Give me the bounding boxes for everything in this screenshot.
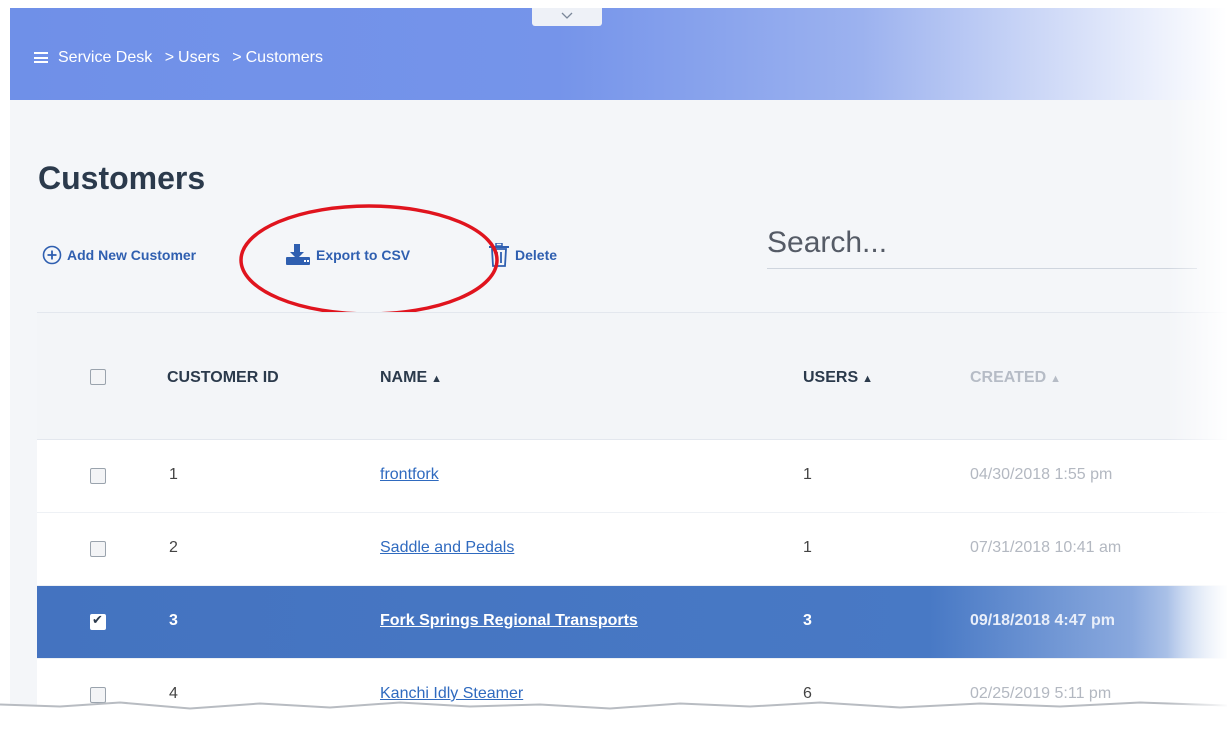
sort-icon: ▲︎: [431, 373, 442, 385]
created-date: 07/31/2018 10:41 am: [970, 539, 1122, 556]
customer-id: 1: [169, 466, 178, 483]
users-count: 1: [803, 539, 812, 556]
sort-icon: ▲︎: [1050, 373, 1062, 385]
hamburger-icon[interactable]: [34, 52, 48, 63]
customer-name-link[interactable]: Saddle and Pedals: [380, 539, 514, 556]
row-checkbox[interactable]: [90, 541, 106, 557]
breadcrumb: Service Desk > Users > Customers: [58, 46, 323, 70]
table-row-selected[interactable]: 3 Fork Springs Regional Transports 3 09/…: [37, 586, 1227, 659]
column-name-label: NAME: [380, 369, 428, 386]
users-count: 1: [803, 466, 812, 483]
breadcrumb-customers[interactable]: Customers: [246, 49, 323, 66]
page-title: Customers: [38, 160, 206, 196]
created-date: 09/18/2018 4:47 pm: [970, 612, 1115, 629]
select-all-checkbox[interactable]: [90, 369, 106, 385]
row-checkbox[interactable]: [90, 468, 106, 484]
breadcrumb-separator: >: [232, 49, 242, 66]
top-bar: Service Desk > Users > Customers: [10, 8, 1227, 100]
customer-name-link[interactable]: frontfork: [380, 466, 439, 483]
customer-name-link[interactable]: Fork Springs Regional Transports: [380, 612, 638, 629]
collapse-handle[interactable]: [532, 8, 602, 26]
plus-circle-icon: [42, 245, 62, 265]
breadcrumb-separator: >: [164, 49, 175, 66]
breadcrumb-users[interactable]: Users: [178, 49, 220, 66]
row-checkbox-checked[interactable]: [90, 612, 106, 630]
search-input[interactable]: [767, 220, 1167, 260]
delete-label: Delete: [515, 247, 558, 263]
breadcrumb-service-desk[interactable]: Service Desk: [58, 49, 152, 66]
users-count: 3: [803, 612, 812, 629]
export-to-csv-label: Export to CSV: [316, 247, 411, 263]
customer-id: 2: [169, 539, 178, 556]
trash-icon: [488, 243, 510, 267]
column-users-label: USERS: [803, 369, 859, 386]
table-row[interactable]: 2 Saddle and Pedals 1 07/31/2018 10:41 a…: [37, 513, 1227, 586]
column-created-label: CREATED: [970, 369, 1047, 386]
export-to-csv-button[interactable]: Export to CSV: [285, 243, 410, 267]
customer-id: 3: [169, 612, 178, 629]
add-new-customer-button[interactable]: Add New Customer: [42, 243, 196, 267]
download-icon: [285, 244, 311, 266]
column-customer-id: CUSTOMER ID: [167, 369, 279, 386]
torn-edge: [0, 701, 1227, 750]
table-row[interactable]: 1 frontfork 1 04/30/2018 1:55 pm: [37, 440, 1227, 513]
created-date: 04/30/2018 1:55 pm: [970, 466, 1113, 483]
column-name[interactable]: NAME ▲︎: [380, 369, 442, 387]
search-box: [767, 220, 1197, 269]
column-created[interactable]: CREATED ▲︎: [970, 369, 1061, 387]
chevron-down-icon: [561, 12, 573, 19]
customers-table: CUSTOMER ID NAME ▲︎ USERS ▲︎ CREATED ▲︎ 1 f…: [37, 312, 1227, 713]
table-header: CUSTOMER ID NAME ▲︎ USERS ▲︎ CREATED ▲︎: [37, 312, 1227, 440]
sort-icon: ▲︎: [862, 373, 874, 385]
app-screen: Service Desk > Users > Customers Customers…: [10, 8, 1227, 713]
column-users[interactable]: USERS ▲︎: [803, 369, 873, 387]
add-new-customer-label: Add New Customer: [67, 247, 197, 263]
delete-button[interactable]: Delete: [488, 243, 557, 267]
